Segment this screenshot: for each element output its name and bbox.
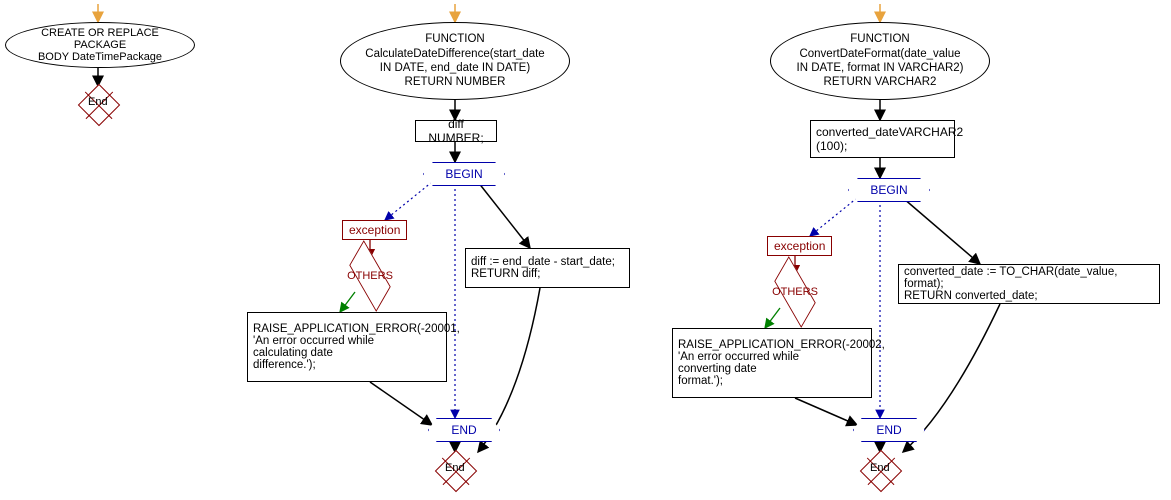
f2-body-node: converted_date := TO_CHAR(date_value, fo… <box>898 264 1160 304</box>
f1-endhex-node: END <box>428 418 500 442</box>
f1-begin-node: BEGIN <box>423 162 505 186</box>
f2-begin-text: BEGIN <box>870 183 907 197</box>
f2-endhex-node: END <box>853 418 925 442</box>
f2-header-text: FUNCTION ConvertDateFormat(date_value IN… <box>797 32 964 90</box>
f1-body-node: diff := end_date - start_date; RETURN di… <box>465 248 630 288</box>
f2-raise-node: RAISE_APPLICATION_ERROR(-20002, 'An erro… <box>672 328 872 398</box>
f1-endhex-text: END <box>451 423 476 437</box>
f1-body-text: diff := end_date - start_date; RETURN di… <box>471 256 615 280</box>
f2-exception-text: exception <box>774 239 825 253</box>
f2-decl-text: converted_dateVARCHAR2 (100); <box>816 125 963 153</box>
f1-header-text: FUNCTION CalculateDateDifference(start_d… <box>365 32 544 90</box>
f2-raise-text: RAISE_APPLICATION_ERROR(-20002, 'An erro… <box>678 339 885 387</box>
f1-others-node: OTHERS <box>335 258 405 294</box>
f2-others-node: OTHERS <box>760 274 830 310</box>
f1-end-label: End <box>445 462 465 474</box>
f1-header-node: FUNCTION CalculateDateDifference(start_d… <box>340 22 570 100</box>
f2-endhex-text: END <box>876 423 901 437</box>
package-header-node: CREATE OR REPLACE PACKAGE BODY DateTimeP… <box>5 22 195 68</box>
f1-raise-node: RAISE_APPLICATION_ERROR(-20001, 'An erro… <box>247 312 447 382</box>
f2-body-text: converted_date := TO_CHAR(date_value, fo… <box>904 266 1154 302</box>
f2-exception-node: exception <box>767 236 832 256</box>
package-header-text: CREATE OR REPLACE PACKAGE BODY DateTimeP… <box>16 27 184 63</box>
f1-others-text: OTHERS <box>347 270 393 282</box>
f1-decl-node: diff NUMBER; <box>415 120 497 142</box>
f2-header-node: FUNCTION ConvertDateFormat(date_value IN… <box>770 22 990 100</box>
f1-exception-text: exception <box>349 223 400 237</box>
f1-begin-text: BEGIN <box>445 167 482 181</box>
f2-others-text: OTHERS <box>772 286 818 298</box>
package-end-label: End <box>88 96 108 108</box>
f1-decl-text: diff NUMBER; <box>421 117 491 145</box>
f2-begin-node: BEGIN <box>848 178 930 202</box>
f2-decl-node: converted_dateVARCHAR2 (100); <box>810 120 955 158</box>
f1-raise-text: RAISE_APPLICATION_ERROR(-20001, 'An erro… <box>253 323 460 371</box>
f1-exception-node: exception <box>342 220 407 240</box>
f2-end-label: End <box>870 462 890 474</box>
